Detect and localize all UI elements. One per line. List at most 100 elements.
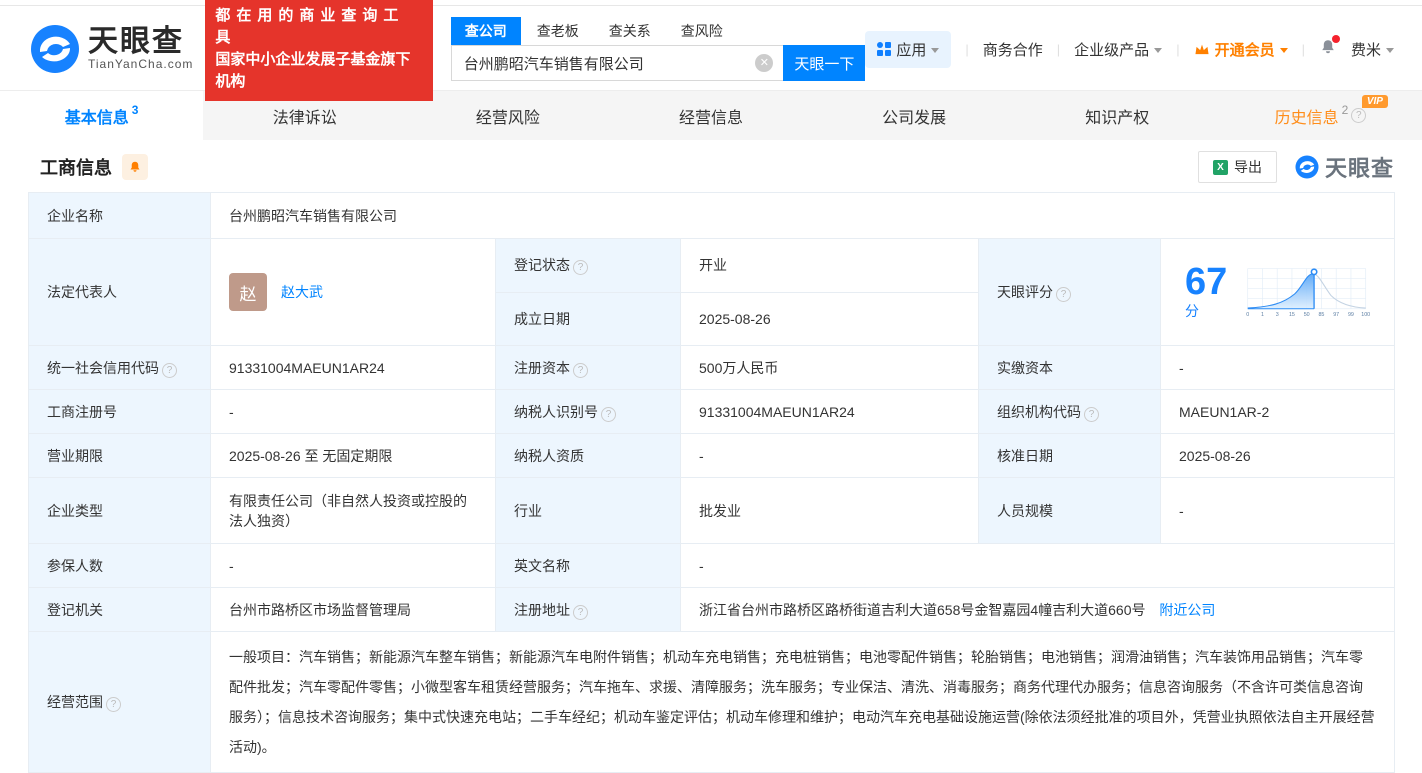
field-value: MAEUN1AR-2 [1160,389,1395,434]
help-icon[interactable] [106,697,121,712]
svg-text:97: 97 [1333,312,1339,318]
vip-label: 开通会员 [1214,41,1275,59]
field-label: 成立日期 [495,291,681,346]
tab-legal-litigation[interactable]: 法律诉讼 [203,91,406,140]
nearby-companies-link[interactable]: 附近公司 [1159,602,1215,618]
promo-line2: 国家中小企业发展子基金旗下机构 [215,51,411,90]
nav-cooperation[interactable]: 商务合作 [983,39,1043,60]
logo-domain-text: TianYanCha.com [88,57,194,71]
svg-text:99: 99 [1348,312,1354,318]
help-icon[interactable] [1084,406,1099,422]
field-value: 2025-08-26 [680,291,979,346]
section-header: 工商信息 导出 天眼查 [40,150,1394,184]
field-label: 组织机构代码 [978,389,1161,434]
label-text: 纳税人识别号 [514,403,598,420]
search-button[interactable]: 天眼一下 [783,45,866,81]
score-unit: 分 [1185,303,1199,319]
address-cell: 浙江省台州市路桥区路桥街道吉利大道658号金智嘉园4幢吉利大道660号 附近公司 [680,587,1395,632]
divider: | [1301,41,1305,57]
legal-rep-link[interactable]: 赵大武 [281,282,323,302]
tab-intellectual-property[interactable]: 知识产权 [1016,91,1219,140]
help-icon[interactable] [162,362,177,378]
tianyancha-logo[interactable]: 天眼查 TianYanCha.com [30,24,193,74]
tab-count: 3 [131,102,139,117]
field-label: 企业名称 [28,192,211,239]
field-label: 人员规模 [978,477,1161,544]
score-value: 67 [1185,261,1228,303]
tab-company-development[interactable]: 公司发展 [813,91,1016,140]
tab-count: 2 [1341,102,1349,117]
promo-line1: 都在用的商业查询工具 [215,7,405,46]
tab-label: 公司发展 [882,109,947,127]
export-label: 导出 [1233,159,1262,175]
field-value: - [210,389,496,434]
search-tab-relation[interactable]: 查关系 [595,17,665,45]
field-label: 天眼评分 [978,238,1161,346]
field-label: 注册地址 [495,587,681,632]
search-tab-risk[interactable]: 查风险 [667,17,737,45]
notification-dot [1331,35,1340,43]
legal-rep-cell: 赵 赵大武 [210,238,496,346]
tab-basic-info[interactable]: 基本信息 3 [0,91,204,140]
monitor-bell-icon[interactable] [122,154,148,180]
field-value: - [1160,477,1395,544]
field-value: 91331004MAEUN1AR24 [210,345,496,390]
field-value: 台州市路桥区市场监督管理局 [210,587,496,632]
tab-operation-info[interactable]: 经营信息 [609,91,812,140]
search-tabs: 查公司 查老板 查关系 查风险 [450,17,866,45]
apps-menu[interactable]: 应用 [865,30,952,68]
field-value: 2025-08-26 [1160,433,1395,478]
field-label: 登记机关 [28,587,211,632]
field-label: 统一社会信用代码 [28,345,211,390]
field-label: 注册资本 [495,345,681,390]
search-tab-boss[interactable]: 查老板 [523,17,593,45]
export-button[interactable]: 导出 [1197,151,1277,183]
label-text: 天眼评分 [997,284,1053,300]
help-icon[interactable] [601,406,616,422]
label-text: 统一社会信用代码 [47,359,159,376]
help-icon[interactable] [573,260,588,276]
field-label: 经营范围 [28,631,211,773]
help-icon[interactable] [1351,108,1367,123]
divider: | [1176,41,1180,57]
promo-banner: 都在用的商业查询工具 国家中小企业发展子基金旗下机构 [205,0,433,101]
label-text: 登记状态 [514,257,570,274]
field-label: 行业 [495,477,681,544]
nav-enterprise-products[interactable]: 企业级产品 [1074,39,1163,60]
business-scope-text: 一般项目：汽车销售；新能源汽车整车销售；新能源汽车电附件销售；机动车充电销售；充… [210,631,1395,773]
notifications-bell-icon[interactable] [1319,35,1340,60]
field-label: 参保人数 [28,543,211,588]
avatar[interactable]: 赵 [229,273,267,311]
chevron-down-icon [1386,47,1394,53]
help-icon[interactable] [1056,287,1071,302]
svg-text:85: 85 [1319,312,1325,318]
help-icon[interactable] [573,604,588,620]
apps-label: 应用 [896,41,927,59]
open-vip-button[interactable]: 开通会员 [1194,39,1288,60]
tab-label: 经营信息 [678,109,743,127]
tab-label: 知识产权 [1085,109,1150,127]
tab-label: 法律诉讼 [272,109,337,127]
apps-grid-icon [877,42,892,56]
business-info-table: 企业名称 台州鹏昭汽车销售有限公司 法定代表人 赵 赵大武 登记状态 开业 天眼… [28,192,1395,773]
help-icon[interactable] [573,362,588,378]
watermark-swirl-icon [1295,155,1319,179]
tab-operation-risk[interactable]: 经营风险 [406,91,609,140]
field-value: 500万人民币 [680,345,979,390]
search-block: 查公司 查老板 查关系 查风险 天眼一下 [450,17,866,81]
tab-label: 经营风险 [475,109,540,127]
search-input[interactable] [450,45,784,81]
field-value: - [210,543,496,588]
user-menu[interactable]: 费米 [1351,39,1394,60]
tab-history-info[interactable]: VIP 历史信息 2 [1219,91,1422,140]
field-label: 英文名称 [495,543,681,588]
logo-swirl-icon [31,25,79,73]
section-title: 工商信息 [40,158,112,178]
svg-text:100: 100 [1362,312,1370,318]
field-label: 营业期限 [28,433,211,478]
svg-text:15: 15 [1289,312,1295,318]
search-tab-company[interactable]: 查公司 [450,17,521,45]
field-value: 批发业 [680,477,979,544]
field-label: 工商注册号 [28,389,211,434]
field-value: - [680,543,1395,588]
